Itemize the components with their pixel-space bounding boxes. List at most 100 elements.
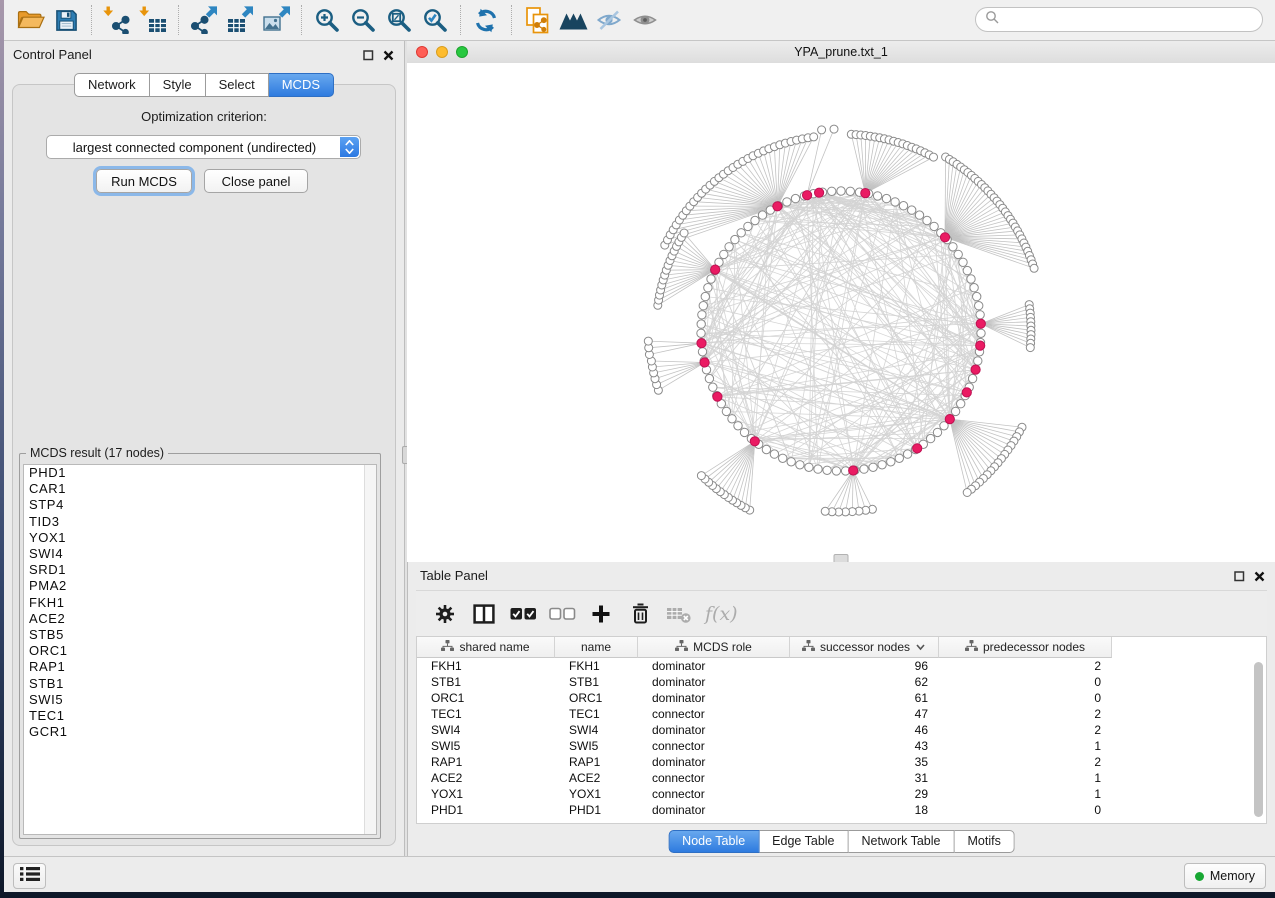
table-row[interactable]: ACE2ACE2connector311 [417, 770, 1266, 786]
import-table-icon[interactable] [135, 3, 171, 37]
export-image-icon[interactable] [258, 3, 294, 37]
mcds-result-item[interactable]: STB5 [24, 627, 376, 643]
close-panel-icon[interactable] [383, 48, 394, 66]
table-row[interactable]: ORC1ORC1dominator610 [417, 690, 1266, 706]
column-header-predecessor-nodes[interactable]: predecessor nodes [939, 637, 1112, 658]
new-network-from-selection-icon[interactable] [519, 3, 555, 37]
cell-successor-nodes: 96 [790, 659, 939, 673]
cytoscape-window: Control Panel NetworkStyleSelectMCDS Opt… [4, 0, 1275, 892]
apply-layout-icon[interactable] [468, 3, 504, 37]
table-row[interactable]: RAP1RAP1dominator352 [417, 754, 1266, 770]
mcds-result-item[interactable]: FKH1 [24, 595, 376, 611]
mcds-result-item[interactable]: YOX1 [24, 530, 376, 546]
unselect-all-icon[interactable] [547, 599, 577, 629]
float-panel-icon[interactable] [1234, 569, 1245, 587]
column-type-icon [441, 640, 454, 655]
task-history-button[interactable] [13, 863, 46, 889]
close-panel-icon[interactable] [1254, 569, 1265, 587]
mcds-result-item[interactable]: PMA2 [24, 578, 376, 594]
mcds-panel: Optimization criterion: largest connecte… [12, 84, 396, 846]
save-session-icon[interactable] [48, 3, 84, 37]
column-header-name[interactable]: name [555, 637, 638, 658]
tab-style[interactable]: Style [150, 73, 206, 97]
hide-selected-icon[interactable] [591, 3, 627, 37]
show-columns-icon[interactable] [469, 599, 499, 629]
tab-node-table[interactable]: Node Table [668, 830, 759, 853]
column-header-MCDS-role[interactable]: MCDS role [638, 637, 790, 658]
mcds-result-item[interactable]: RAP1 [24, 659, 376, 675]
table-row[interactable]: PHD1PHD1dominator180 [417, 802, 1266, 818]
mcds-result-item[interactable]: STP4 [24, 497, 376, 513]
column-header-shared-name[interactable]: shared name [417, 637, 555, 658]
mcds-result-item[interactable]: STB1 [24, 676, 376, 692]
search-box[interactable] [975, 7, 1263, 32]
close-panel-button[interactable]: Close panel [204, 169, 308, 193]
cell-name: ACE2 [555, 771, 638, 785]
table-row[interactable]: YOX1YOX1connector291 [417, 786, 1266, 802]
cell-shared-name: SWI4 [417, 723, 555, 737]
show-all-icon[interactable] [627, 3, 663, 37]
zoom-fit-icon[interactable] [381, 3, 417, 37]
table-row[interactable]: SWI5SWI5connector431 [417, 738, 1266, 754]
zoom-selected-icon[interactable] [417, 3, 453, 37]
table-tabs: Node TableEdge TableNetwork TableMotifs [668, 830, 1015, 853]
tab-network[interactable]: Network [74, 73, 150, 97]
table-row[interactable]: FKH1FKH1dominator962 [417, 658, 1266, 674]
toolbar-separator [511, 5, 512, 35]
open-folder-icon[interactable] [12, 3, 48, 37]
mcds-result-item[interactable]: SRD1 [24, 562, 376, 578]
table-scrollbar[interactable] [1253, 660, 1264, 819]
cell-predecessor-nodes: 1 [939, 787, 1112, 801]
horizontal-splitter-handle[interactable] [834, 554, 849, 562]
mcds-result-item[interactable]: PHD1 [24, 465, 376, 481]
tab-edge-table[interactable]: Edge Table [759, 830, 848, 853]
table-row[interactable]: SWI4SWI4dominator462 [417, 722, 1266, 738]
column-header-successor-nodes[interactable]: successor nodes [790, 637, 939, 658]
cell-MCDS-role: connector [638, 771, 790, 785]
export-network-icon[interactable] [186, 3, 222, 37]
cell-shared-name: STB1 [417, 675, 555, 689]
tab-motifs[interactable]: Motifs [954, 830, 1014, 853]
add-column-icon[interactable] [586, 599, 616, 629]
first-neighbors-icon[interactable] [555, 3, 591, 37]
mcds-result-item[interactable]: SWI5 [24, 692, 376, 708]
zoom-out-icon[interactable] [345, 3, 381, 37]
toolbar-separator [301, 5, 302, 35]
network-graph[interactable] [407, 63, 1275, 562]
mcds-result-item[interactable]: TID3 [24, 514, 376, 530]
mcds-result-item[interactable]: ACE2 [24, 611, 376, 627]
tab-select[interactable]: Select [206, 73, 269, 97]
import-network-icon[interactable] [99, 3, 135, 37]
cell-shared-name: SWI5 [417, 739, 555, 753]
mcds-result-item[interactable]: ORC1 [24, 643, 376, 659]
scrollbar-thumb[interactable] [1254, 662, 1263, 817]
control-panel-title: Control Panel [13, 47, 92, 62]
network-canvas[interactable] [407, 63, 1275, 562]
table-row[interactable]: TEC1TEC1connector472 [417, 706, 1266, 722]
table-panel-titlebar: Table Panel [408, 562, 1275, 588]
cell-predecessor-nodes: 2 [939, 755, 1112, 769]
tab-network-table[interactable]: Network Table [849, 830, 955, 853]
criterion-dropdown-value: largest connected component (undirected) [73, 140, 335, 155]
mcds-result-item[interactable]: TEC1 [24, 708, 376, 724]
network-window-titlebar[interactable]: YPA_prune.txt_1 [407, 41, 1275, 64]
zoom-in-icon[interactable] [309, 3, 345, 37]
table-row[interactable]: STB1STB1dominator620 [417, 674, 1266, 690]
export-table-icon[interactable] [222, 3, 258, 37]
run-mcds-button[interactable]: Run MCDS [96, 169, 192, 193]
table-settings-gear-icon[interactable] [430, 599, 460, 629]
search-input[interactable] [1004, 12, 1262, 28]
criterion-dropdown[interactable]: largest connected component (undirected) [46, 135, 361, 159]
mcds-list-scrollbar[interactable] [364, 465, 376, 834]
float-panel-icon[interactable] [363, 48, 374, 66]
memory-button[interactable]: Memory [1184, 863, 1266, 889]
mcds-result-item[interactable]: SWI4 [24, 546, 376, 562]
cell-name: SWI4 [555, 723, 638, 737]
mcds-result-item[interactable]: CAR1 [24, 481, 376, 497]
table-panel-title: Table Panel [420, 568, 488, 583]
delete-columns-icon[interactable] [625, 599, 655, 629]
select-all-icon[interactable] [508, 599, 538, 629]
tab-mcds[interactable]: MCDS [269, 73, 334, 97]
mcds-result-list[interactable]: PHD1CAR1STP4TID3YOX1SWI4SRD1PMA2FKH1ACE2… [23, 464, 377, 835]
mcds-result-item[interactable]: GCR1 [24, 724, 376, 740]
